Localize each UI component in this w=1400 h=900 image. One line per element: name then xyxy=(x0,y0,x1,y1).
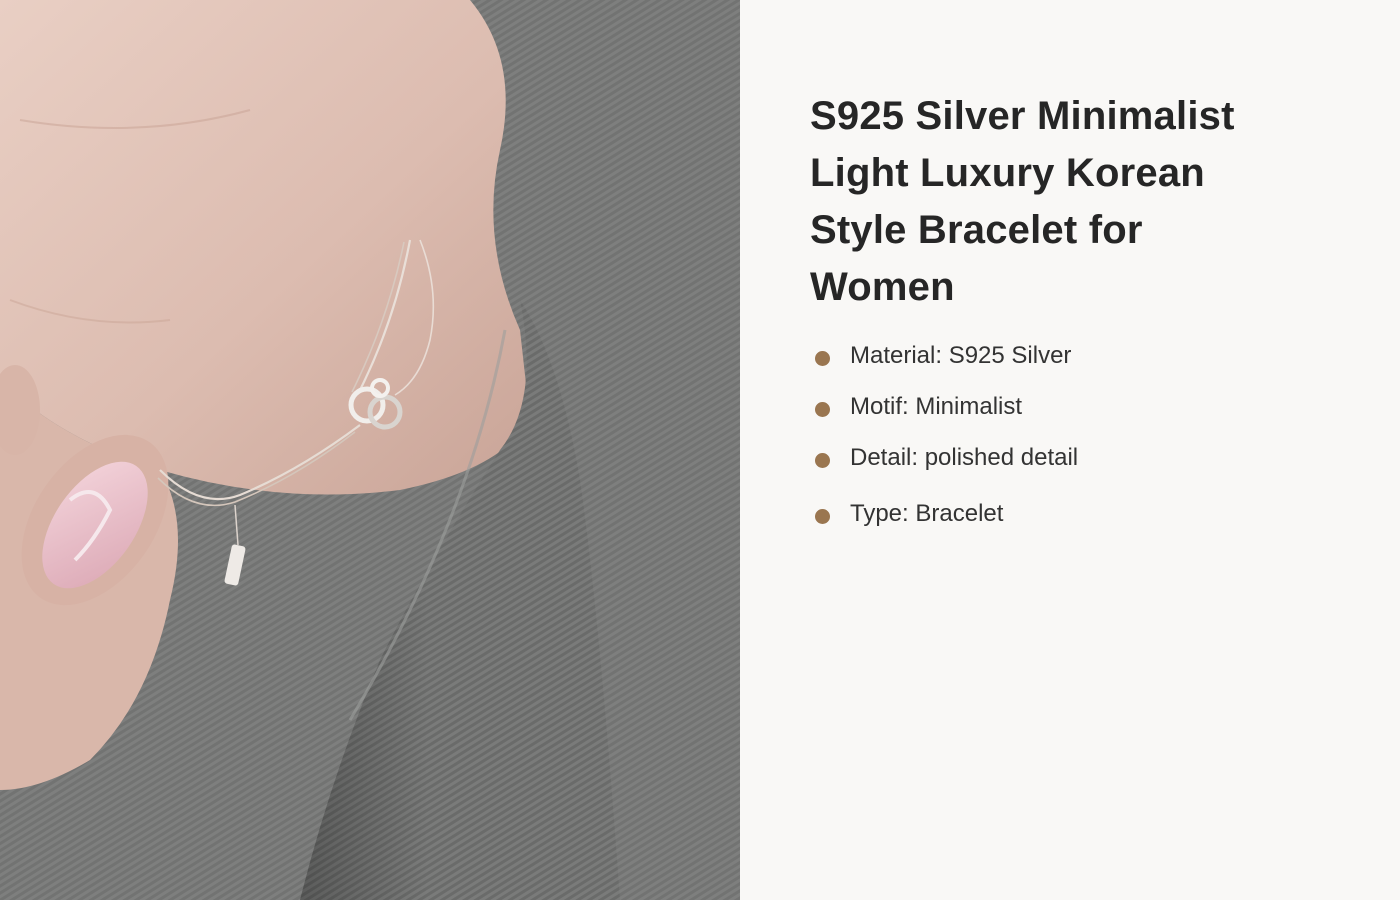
bullet-dot-icon xyxy=(815,453,830,468)
feature-list: Material: S925 Silver Motif: Minimalist … xyxy=(810,330,1078,539)
bullet-dot-icon xyxy=(815,351,830,366)
product-page: S925 Silver Minimalist Light Luxury Kore… xyxy=(0,0,1400,900)
bullet-dot-icon xyxy=(815,402,830,417)
feature-item-detail: Detail: polished detail xyxy=(810,432,1078,483)
bracelet-on-wrist-image xyxy=(0,0,740,900)
bullet-dot-icon xyxy=(815,509,830,524)
feature-label: Material: S925 Silver xyxy=(850,341,1072,369)
feature-label: Type: Bracelet xyxy=(850,499,1004,527)
product-photo xyxy=(0,0,740,900)
product-title: S925 Silver Minimalist Light Luxury Kore… xyxy=(810,94,1235,309)
feature-item-material: Material: S925 Silver xyxy=(810,330,1078,381)
product-info-panel: S925 Silver Minimalist Light Luxury Kore… xyxy=(740,0,1400,900)
feature-item-type: Type: Bracelet xyxy=(810,488,1078,539)
feature-item-motif: Motif: Minimalist xyxy=(810,381,1078,432)
feature-label: Motif: Minimalist xyxy=(850,392,1023,420)
feature-label: Detail: polished detail xyxy=(850,443,1079,471)
